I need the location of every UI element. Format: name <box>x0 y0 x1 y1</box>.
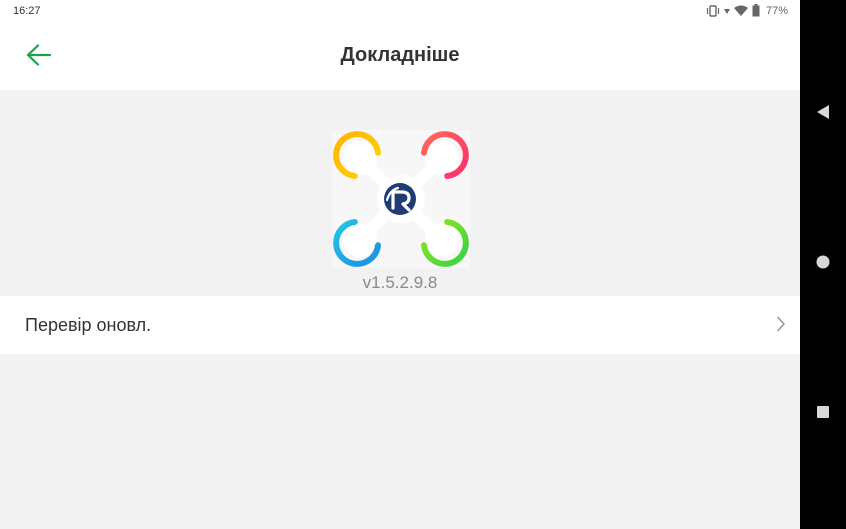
system-nav-bar <box>800 0 846 529</box>
app-logo <box>332 130 470 268</box>
status-bar: 16:27 77% <box>0 0 800 24</box>
back-triangle-icon <box>815 104 831 125</box>
home-circle-icon <box>815 254 831 275</box>
vibrate-icon <box>706 4 720 17</box>
nav-recents-button[interactable] <box>800 394 846 434</box>
battery-icon <box>752 4 760 17</box>
status-time: 16:27 <box>13 5 41 17</box>
app-bar: Докладніше <box>0 24 800 90</box>
wifi-icon <box>733 5 748 17</box>
nav-home-button[interactable] <box>800 244 846 284</box>
battery-percent: 77% <box>765 4 788 17</box>
recents-square-icon <box>815 404 831 425</box>
brand-mark <box>384 183 416 215</box>
status-icons: 77% <box>706 4 788 17</box>
app-screen: 16:27 77% Докладніше v1.5.2.9.8 Перевір … <box>0 0 800 529</box>
check-updates-label: Перевір оновл. <box>25 315 152 335</box>
nav-back-button[interactable] <box>800 94 846 134</box>
chevron-right-icon <box>776 316 786 337</box>
data-arrow-icon <box>723 6 730 16</box>
check-updates-row[interactable]: Перевір оновл. <box>0 296 800 354</box>
page-title: Докладніше <box>340 44 460 66</box>
app-version: v1.5.2.9.8 <box>362 273 438 292</box>
